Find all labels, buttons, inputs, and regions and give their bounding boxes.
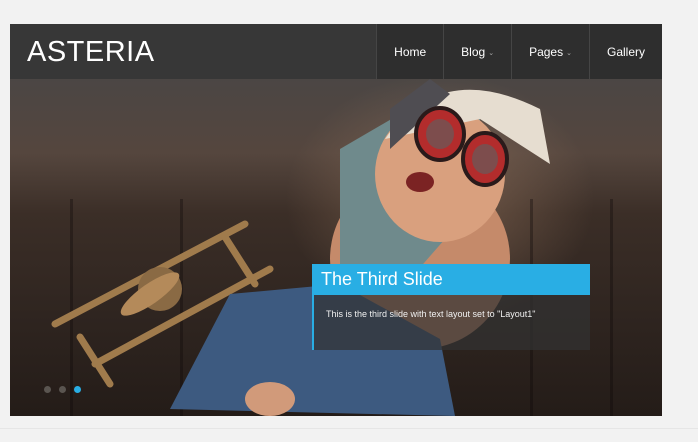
slide-illustration [51, 79, 550, 416]
nav-item-gallery[interactable]: Gallery [588, 24, 662, 79]
nav-item-label: Pages [529, 44, 564, 59]
nav-item-blog[interactable]: Blog ⌄ [443, 24, 512, 79]
slide-caption-text: This is the third slide with text layout… [312, 295, 590, 350]
nav-item-label: Home [394, 44, 427, 59]
nav-item-label: Blog [461, 44, 486, 59]
site-header: ASTERIA Home Blog ⌄ Pages ⌄ Gallery [10, 24, 662, 79]
site-frame: ASTERIA Home Blog ⌄ Pages ⌄ Gallery The … [10, 24, 662, 416]
nav-item-label: Gallery [606, 44, 645, 59]
main-nav: Home Blog ⌄ Pages ⌄ Gallery [376, 24, 662, 79]
slider-dot[interactable] [44, 386, 51, 393]
nav-item-home[interactable]: Home [376, 24, 444, 79]
chevron-down-icon: ⌄ [488, 50, 495, 57]
chevron-down-icon: ⌄ [566, 50, 572, 57]
slider-dot[interactable] [59, 386, 66, 393]
hero-slider[interactable]: The Third Slide This is the third slide … [10, 79, 662, 416]
slider-pagination [44, 386, 81, 393]
slide-caption-title: The Third Slide [312, 264, 590, 295]
nav-item-pages[interactable]: Pages ⌄ [511, 24, 589, 79]
slider-dot-active[interactable] [74, 386, 81, 393]
site-logo[interactable]: ASTERIA [27, 36, 155, 69]
page-divider [0, 428, 698, 429]
